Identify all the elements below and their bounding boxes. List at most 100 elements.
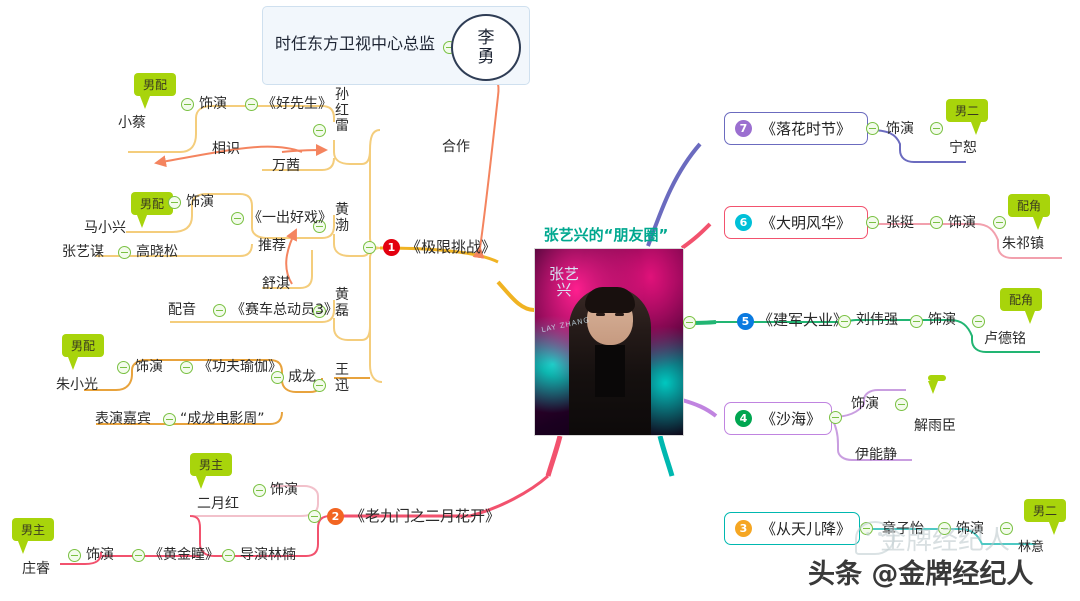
leaf-ma-xiaoxing: 马小兴 xyxy=(84,220,126,236)
branch-title-2: 《老九门之二月花开》 xyxy=(350,507,501,525)
collapse-icon-chenglong[interactable] xyxy=(271,371,284,384)
badge-male-lead-1: 男主 xyxy=(190,453,233,489)
branch-number-6: 6 xyxy=(735,214,752,231)
leaf-shu-qi: 舒淇 xyxy=(262,276,290,292)
watermark-main: 头条 @金牌经纪人 xyxy=(808,559,1034,590)
work-chenglong-week: “成龙电影周” xyxy=(180,411,265,427)
person-huang-bo: 黄渤 xyxy=(335,202,349,234)
branch-number-7: 7 xyxy=(735,120,752,137)
leaf-zhuang-rui: 庄睿 xyxy=(22,561,50,577)
leaf-ning-shu: 宁恕 xyxy=(949,140,977,156)
label-act-5b: 饰演 xyxy=(928,312,956,328)
badge-cameo-4 xyxy=(927,375,946,394)
center-portrait-image: 张艺兴 LAY ZHANG xyxy=(534,248,684,436)
collapse-icon-zhuqizhen[interactable] xyxy=(993,216,1006,229)
label-act-3: 饰演 xyxy=(135,359,163,375)
collapse-icon-act-1[interactable] xyxy=(181,98,194,111)
label-act-1: 饰演 xyxy=(199,96,227,112)
collapse-icon-act-5[interactable] xyxy=(68,549,81,562)
director-person-name: 李勇 xyxy=(477,27,495,67)
badge-male-second-7: 男二 xyxy=(946,99,989,135)
leaf-lu-deming: 卢德铭 xyxy=(984,331,1026,347)
collapse-icon-branch-7[interactable] xyxy=(866,122,879,135)
label-dub: 配音 xyxy=(168,302,196,318)
leaf-xie-yuchen: 解雨臣 xyxy=(914,418,956,434)
collapse-icon-director-linnan[interactable] xyxy=(222,549,235,562)
badge-male-support-2: 男配 xyxy=(131,192,174,228)
leaf-eryuehong: 二月红 xyxy=(197,496,239,512)
collapse-icon-branch-4[interactable] xyxy=(829,411,842,424)
badge-male-lead-2: 男主 xyxy=(12,518,55,554)
leaf-yi-nengjing: 伊能静 xyxy=(855,447,897,463)
collapse-icon-work-gongfu[interactable] xyxy=(180,361,193,374)
leaf-zhang-ting: 张挺 xyxy=(886,215,914,231)
collapse-icon-branch-1[interactable] xyxy=(363,241,376,254)
collapse-icon-gaoxiaosong[interactable] xyxy=(118,246,131,259)
branch-title-4: 《沙海》 xyxy=(761,410,822,428)
collapse-icon-branch-2[interactable] xyxy=(308,510,321,523)
relation-label-cooperate: 合作 xyxy=(442,139,470,155)
branch-box-3[interactable]: 3 《从天儿降》 xyxy=(724,512,860,545)
collapse-icon-act-4[interactable] xyxy=(253,484,266,497)
work-gongfu-yujia: 《功夫瑜伽》 xyxy=(198,359,282,375)
branch-number-4: 4 xyxy=(735,410,752,427)
director-person-node[interactable]: 李勇 xyxy=(451,14,521,81)
badge-support-role-5: 配角 xyxy=(1000,288,1043,324)
collapse-icon-act-6[interactable] xyxy=(930,216,943,229)
leaf-gao-xiaosong: 高晓松 xyxy=(136,244,178,260)
branch-number-2: 2 xyxy=(327,508,344,525)
branch-title-5: 《建军大业》 xyxy=(758,311,849,329)
collapse-icon-branch-5[interactable] xyxy=(838,315,851,328)
leaf-zhang-yimou: 张艺谋 xyxy=(62,244,104,260)
badge-support-role-6: 配角 xyxy=(1008,194,1051,230)
collapse-icon-ludeming[interactable] xyxy=(972,315,985,328)
leaf-wan-qian: 万茜 xyxy=(272,158,300,174)
branch-number-3: 3 xyxy=(735,520,752,537)
label-act-6: 饰演 xyxy=(948,215,976,231)
collapse-icon-center-right[interactable] xyxy=(683,316,696,329)
poster-signature: 张艺兴 xyxy=(548,265,579,299)
collapse-icon-act-3[interactable] xyxy=(117,361,130,374)
chat-bubble-icon xyxy=(855,521,895,555)
work-saiche: 《赛车总动员3》 xyxy=(231,302,338,318)
leaf-cheng-long: 成龙 xyxy=(288,369,316,385)
collapse-icon-xieyuchen[interactable] xyxy=(895,398,908,411)
mindmap-canvas: 时任东方卫视中心总监 李勇 合作 张艺兴的“朋友圈” 张艺兴 LAY ZHANG… xyxy=(0,0,1080,601)
label-act-5: 饰演 xyxy=(86,547,114,563)
branch-title-7: 《落花时节》 xyxy=(761,120,852,138)
branch-title-3: 《从天儿降》 xyxy=(761,520,852,538)
label-recommend: 推荐 xyxy=(258,238,286,254)
collapse-icon-work-huangjintong[interactable] xyxy=(132,549,145,562)
collapse-icon-work-saiche[interactable] xyxy=(213,304,226,317)
director-role-text: 时任东方卫视中心总监 xyxy=(275,34,436,53)
center-title: 张艺兴的“朋友圈” xyxy=(543,226,669,244)
label-act-4b: 饰演 xyxy=(851,396,879,412)
collapse-icon-work-haoxiansheng[interactable] xyxy=(245,98,258,111)
label-act-4: 饰演 xyxy=(270,482,298,498)
leaf-zhu-qizhen: 朱祁镇 xyxy=(1002,236,1044,252)
badge-male-second-3: 男二 xyxy=(1024,499,1067,535)
branch-box-6[interactable]: 6 《大明风华》 xyxy=(724,206,868,239)
collapse-icon-branch-6[interactable] xyxy=(866,216,879,229)
collapse-icon-ningshu[interactable] xyxy=(930,122,943,135)
branch-number-1: 1 xyxy=(383,239,400,256)
branch-box-7[interactable]: 7 《落花时节》 xyxy=(724,112,868,145)
collapse-icon-work-yichuhaoxi[interactable] xyxy=(231,212,244,225)
leaf-liu-weiqiang: 刘伟强 xyxy=(856,312,898,328)
work-huangjintong: 《黄金瞳》 xyxy=(149,547,219,563)
collapse-icon-chenglong-week[interactable] xyxy=(163,413,176,426)
label-act-2: 饰演 xyxy=(186,194,214,210)
person-sun-honglei: 孙红雷 xyxy=(335,87,349,135)
branch-box-4[interactable]: 4 《沙海》 xyxy=(724,402,832,435)
leaf-zhu-xiaoguang: 朱小光 xyxy=(56,377,98,393)
leaf-xiao-cai: 小蔡 xyxy=(118,115,146,131)
label-guest-perf: 表演嘉宾 xyxy=(95,411,151,427)
branch-title-6: 《大明风华》 xyxy=(761,214,852,232)
work-hao-xiansheng: 《好先生》 xyxy=(262,96,332,112)
leaf-director-linnan: 导演林楠 xyxy=(240,547,296,563)
collapse-icon-sun-honglei[interactable] xyxy=(313,124,326,137)
collapse-icon-act-5b[interactable] xyxy=(910,315,923,328)
collapse-icon-act-2[interactable] xyxy=(168,196,181,209)
person-wang-xun: 王迅 xyxy=(335,362,349,394)
badge-male-support-3: 男配 xyxy=(62,334,105,370)
